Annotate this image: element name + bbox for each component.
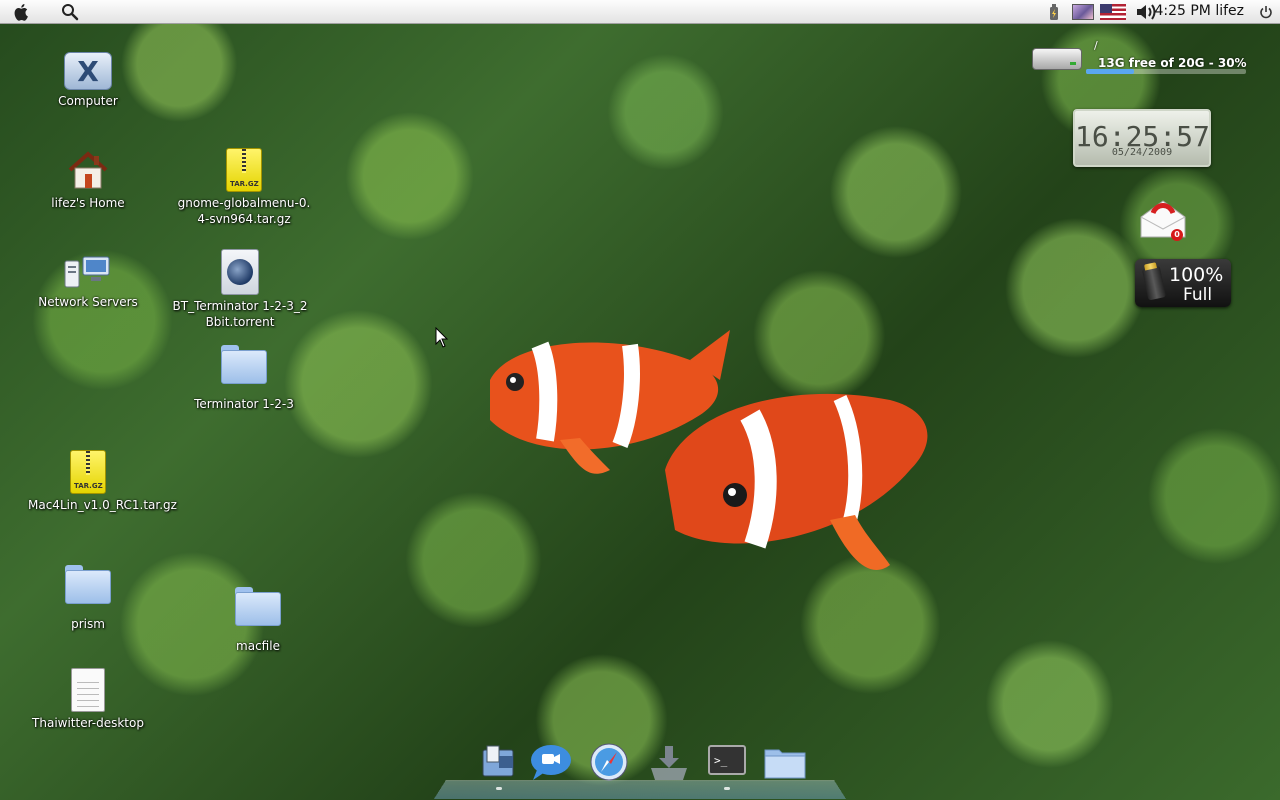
dock-item-downloads[interactable] bbox=[646, 740, 692, 784]
dock-item-chat[interactable] bbox=[528, 740, 574, 784]
dock-running-indicator bbox=[724, 787, 730, 790]
desktop-icon-thaiwitter[interactable]: Thaiwitter-desktop bbox=[13, 668, 163, 731]
computer-icon: X bbox=[64, 52, 112, 90]
safari-icon bbox=[590, 743, 628, 781]
power-button[interactable] bbox=[1256, 0, 1276, 24]
disk-usage-bar bbox=[1086, 69, 1246, 74]
image-tray-icon bbox=[1072, 4, 1094, 20]
apple-menu-button[interactable] bbox=[8, 0, 36, 24]
search-icon bbox=[62, 4, 79, 21]
network-icon bbox=[64, 256, 110, 288]
clownfish-2 bbox=[665, 393, 928, 570]
hard-drive-icon bbox=[1032, 48, 1082, 70]
mail-count-badge: 0 bbox=[1171, 229, 1183, 241]
battery-status-text: Full bbox=[1183, 285, 1213, 305]
desktop-icon-label: lifez's Home bbox=[51, 196, 125, 210]
battery-tray-icon bbox=[1050, 4, 1058, 20]
folder-icon bbox=[221, 345, 267, 384]
menubar-clock[interactable]: 4:25 PM lifez bbox=[1154, 3, 1244, 19]
desktop-icon-label: gnome-globalmenu-0.4-svn964.tar.gz bbox=[177, 196, 311, 226]
disk-mount-point: / bbox=[1094, 39, 1098, 52]
archive-icon: TAR.GZ bbox=[70, 450, 106, 494]
folder-icon bbox=[65, 565, 111, 604]
search-button[interactable] bbox=[58, 0, 82, 24]
torrent-icon bbox=[221, 249, 259, 295]
desktop-icon-label: macfile bbox=[236, 639, 280, 653]
dock-running-indicator bbox=[496, 787, 502, 790]
apple-icon bbox=[14, 4, 28, 21]
folder-icon bbox=[764, 749, 806, 779]
home-icon bbox=[68, 151, 108, 189]
desktop-icon-network-servers[interactable]: Network Servers bbox=[13, 255, 163, 310]
clock-time-text: 4:25 PM bbox=[1154, 3, 1211, 19]
battery-percent-text: 100% bbox=[1169, 264, 1224, 286]
desktop-icon-label: Computer bbox=[58, 94, 118, 108]
svg-text:>_: >_ bbox=[714, 754, 728, 767]
dock-item-terminal[interactable]: >_ bbox=[704, 740, 750, 790]
user-name-text: lifez bbox=[1215, 3, 1244, 19]
desktop-icon-terminator-folder[interactable]: Terminator 1-2-3 bbox=[169, 345, 319, 412]
dock-item-safari[interactable] bbox=[586, 740, 632, 784]
desktop-icon-label: prism bbox=[71, 617, 105, 631]
disk-usage-text: 13G free of 20G - 30% bbox=[1098, 56, 1247, 70]
desktop-icon-home[interactable]: lifez's Home bbox=[13, 148, 163, 211]
clownfish-wallpaper-art bbox=[490, 330, 928, 570]
mouse-cursor-icon bbox=[435, 327, 449, 348]
dock-item-finder[interactable] bbox=[476, 740, 522, 790]
archive-icon: TAR.GZ bbox=[226, 148, 262, 192]
desktop-icon-terminator-torrent[interactable]: BT_Terminator 1-2-3_2Bbit.torrent bbox=[165, 249, 315, 330]
power-icon bbox=[1260, 6, 1272, 19]
image-tray-button[interactable] bbox=[1070, 0, 1096, 24]
battery-widget[interactable]: 100% Full bbox=[1135, 259, 1231, 307]
folder-icon bbox=[235, 587, 281, 626]
desktop-icon-label: Network Servers bbox=[38, 295, 138, 309]
mail-checker-widget[interactable]: 0 bbox=[1135, 195, 1191, 243]
chat-icon bbox=[531, 745, 571, 780]
desktop-icon-label: Terminator 1-2-3 bbox=[194, 397, 294, 411]
disk-usage-fill bbox=[1086, 69, 1134, 74]
disk-usage-widget[interactable]: / 13G free of 20G - 30% bbox=[1030, 36, 1250, 78]
battery-cell-icon bbox=[1141, 265, 1167, 301]
desktop-icon-label: Mac4Lin_v1.0_RC1.tar.gz bbox=[28, 498, 177, 512]
terminal-icon: >_ bbox=[708, 745, 746, 775]
keyboard-layout-button[interactable] bbox=[1098, 0, 1128, 24]
us-flag-icon bbox=[1100, 4, 1126, 20]
desktop-icon-computer[interactable]: X Computer bbox=[13, 52, 163, 109]
desktop-icon-mac4lin-archive[interactable]: TAR.GZ Mac4Lin_v1.0_RC1.tar.gz bbox=[13, 450, 177, 513]
desktop-icon-label: Thaiwitter-desktop bbox=[32, 716, 144, 730]
desktop-icon-label: BT_Terminator 1-2-3_2Bbit.torrent bbox=[172, 299, 308, 329]
document-icon bbox=[71, 668, 105, 712]
dock-item-folder[interactable] bbox=[762, 740, 808, 784]
desktop-icon-macfile[interactable]: macfile bbox=[183, 587, 333, 654]
finder-icon bbox=[482, 745, 514, 777]
downloads-icon bbox=[651, 746, 687, 780]
desktop-icon-prism[interactable]: prism bbox=[13, 565, 163, 632]
top-menu-bar: 4:25 PM lifez bbox=[0, 0, 1280, 24]
desktop-icon-globalmenu-archive[interactable]: TAR.GZ gnome-globalmenu-0.4-svn964.tar.g… bbox=[169, 148, 319, 227]
digital-clock-widget[interactable]: 16:25:57 05/24/2009 bbox=[1073, 109, 1211, 167]
battery-tray-button[interactable] bbox=[1042, 0, 1066, 24]
